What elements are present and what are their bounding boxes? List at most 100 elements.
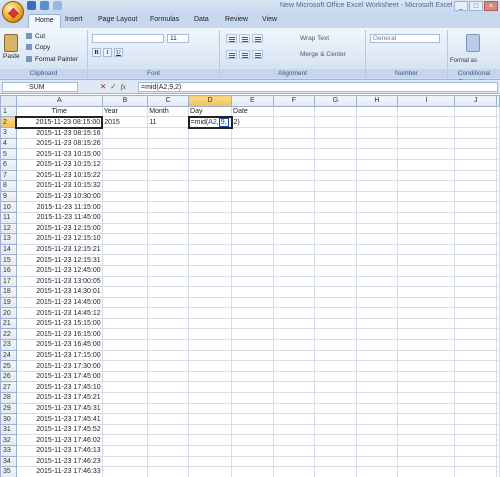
cell-time[interactable]: 2015-11-23 17:45:00 bbox=[15, 370, 103, 383]
cell[interactable] bbox=[496, 423, 500, 436]
cell[interactable] bbox=[454, 180, 497, 192]
cell[interactable] bbox=[454, 445, 497, 457]
cell[interactable] bbox=[272, 148, 316, 160]
bold-button[interactable]: B bbox=[92, 48, 101, 57]
cell[interactable] bbox=[397, 328, 456, 341]
cell[interactable] bbox=[147, 127, 190, 139]
cell[interactable] bbox=[496, 413, 500, 425]
cell[interactable] bbox=[355, 466, 399, 477]
row-header[interactable]: 14 bbox=[0, 243, 17, 256]
cell[interactable] bbox=[188, 148, 233, 160]
cell-month[interactable]: 11 bbox=[147, 116, 190, 129]
cell[interactable] bbox=[496, 445, 500, 457]
cell[interactable] bbox=[272, 445, 316, 457]
cell[interactable] bbox=[188, 370, 233, 383]
cell-time[interactable]: 2015-11-23 16:15:00 bbox=[15, 328, 103, 341]
underline-button[interactable]: U bbox=[114, 48, 123, 57]
cell[interactable] bbox=[101, 402, 149, 415]
cell[interactable] bbox=[147, 434, 190, 446]
cell[interactable] bbox=[454, 105, 497, 118]
cell[interactable] bbox=[147, 381, 190, 394]
cell[interactable] bbox=[272, 339, 316, 351]
cell[interactable] bbox=[397, 233, 456, 245]
cell[interactable] bbox=[454, 466, 497, 477]
cell-time[interactable]: 2015-11-23 10:15:22 bbox=[15, 169, 103, 182]
cell[interactable] bbox=[496, 370, 500, 383]
cell[interactable] bbox=[147, 423, 190, 436]
close-button[interactable]: × bbox=[484, 1, 498, 11]
cell[interactable] bbox=[231, 445, 274, 457]
cell[interactable] bbox=[355, 211, 399, 224]
redo-icon[interactable] bbox=[53, 1, 62, 10]
cell[interactable] bbox=[355, 190, 399, 203]
cell-time[interactable]: 2015-11-23 17:45:52 bbox=[15, 423, 103, 436]
row-header[interactable]: 16 bbox=[0, 264, 17, 277]
cell[interactable] bbox=[101, 264, 149, 277]
cell[interactable] bbox=[231, 286, 274, 298]
cell[interactable] bbox=[355, 392, 399, 404]
cell-header-month[interactable]: Month bbox=[147, 105, 190, 118]
cell[interactable] bbox=[101, 349, 149, 362]
column-header-i[interactable]: I bbox=[397, 95, 456, 107]
cell[interactable] bbox=[231, 180, 274, 192]
cell[interactable] bbox=[101, 317, 149, 330]
cell[interactable] bbox=[231, 148, 274, 160]
cell[interactable] bbox=[355, 264, 399, 277]
cell[interactable] bbox=[101, 381, 149, 394]
cell[interactable] bbox=[147, 296, 190, 309]
cell[interactable] bbox=[188, 222, 233, 235]
cell[interactable] bbox=[397, 286, 456, 298]
cell[interactable] bbox=[147, 466, 190, 477]
cell-time[interactable]: 2015-11-23 14:45:00 bbox=[15, 296, 103, 309]
cell[interactable] bbox=[272, 349, 316, 362]
cell-time[interactable]: 2015-11-23 10:30:00 bbox=[15, 190, 103, 203]
cell[interactable] bbox=[496, 307, 500, 319]
cell-time[interactable]: 2015-11-23 12:15:31 bbox=[15, 254, 103, 266]
cell[interactable] bbox=[397, 307, 456, 319]
row-header[interactable]: 10 bbox=[0, 201, 17, 213]
format-painter-button[interactable]: Format Painter bbox=[26, 56, 78, 63]
cell[interactable] bbox=[314, 233, 357, 245]
cell[interactable] bbox=[454, 370, 497, 383]
cell[interactable] bbox=[355, 233, 399, 245]
cell[interactable] bbox=[397, 264, 456, 277]
row-header[interactable]: 20 bbox=[0, 307, 17, 319]
cell[interactable] bbox=[355, 360, 399, 372]
cell[interactable] bbox=[231, 127, 274, 139]
cell[interactable] bbox=[272, 233, 316, 245]
cell[interactable] bbox=[314, 180, 357, 192]
row-header[interactable]: 7 bbox=[0, 169, 17, 182]
cell[interactable] bbox=[496, 349, 500, 362]
cell[interactable] bbox=[496, 158, 500, 171]
cell[interactable] bbox=[147, 243, 190, 256]
row-header[interactable]: 21 bbox=[0, 317, 17, 330]
cell[interactable] bbox=[231, 434, 274, 446]
cell[interactable] bbox=[496, 286, 500, 298]
cell[interactable] bbox=[188, 360, 233, 372]
cell[interactable] bbox=[454, 339, 497, 351]
cell[interactable] bbox=[454, 190, 497, 203]
column-header-b[interactable]: B bbox=[101, 95, 149, 107]
row-header[interactable]: 29 bbox=[0, 402, 17, 415]
cell[interactable] bbox=[355, 148, 399, 160]
cell[interactable] bbox=[272, 423, 316, 436]
cell[interactable] bbox=[496, 434, 500, 446]
cell[interactable] bbox=[454, 254, 497, 266]
cell[interactable] bbox=[397, 275, 456, 288]
cell[interactable] bbox=[355, 275, 399, 288]
cell[interactable] bbox=[231, 222, 274, 235]
cell[interactable] bbox=[355, 127, 399, 139]
cell[interactable] bbox=[314, 275, 357, 288]
column-header-h[interactable]: H bbox=[355, 95, 399, 107]
cell[interactable] bbox=[231, 339, 274, 351]
cell[interactable] bbox=[397, 201, 456, 213]
cell[interactable] bbox=[231, 158, 274, 171]
cell[interactable] bbox=[231, 307, 274, 319]
cell[interactable] bbox=[496, 402, 500, 415]
cell[interactable] bbox=[355, 339, 399, 351]
cell[interactable] bbox=[397, 296, 456, 309]
align-bottom-button[interactable] bbox=[252, 34, 263, 43]
cell[interactable] bbox=[454, 275, 497, 288]
cell[interactable] bbox=[272, 402, 316, 415]
row-header[interactable]: 18 bbox=[0, 286, 17, 298]
